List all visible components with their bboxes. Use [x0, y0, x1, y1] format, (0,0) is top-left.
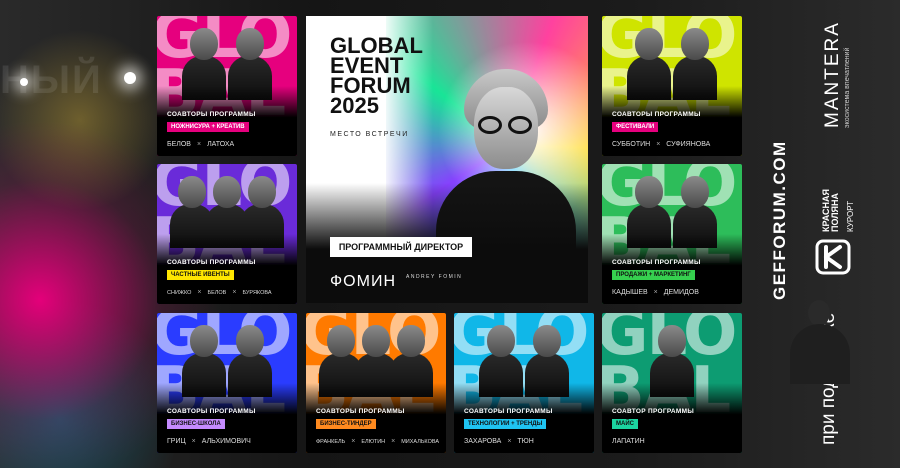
- separator: ×: [507, 438, 512, 445]
- speaker-name: СУББОТИН: [612, 141, 651, 148]
- speaker-name: БУРЯКОВА: [242, 289, 272, 296]
- separator: ×: [191, 438, 196, 445]
- krasnaya-polyana-sub: КУРОРТ: [846, 200, 855, 232]
- speaker-names: СУББОТИН × СУФИЯНОВА: [612, 141, 734, 148]
- speaker-names: СНИЖКО × БЕЛОВ × БУРЯКОВА: [167, 289, 289, 296]
- card-header: СОАВТОРЫ ПРОГРАММЫ: [612, 259, 701, 266]
- card-mice: GLOBAL СОАВТОР ПРОГРАММЫ МАЙС ЛАПАТИН: [602, 313, 742, 453]
- background-sign-text: НЫЙ: [0, 58, 103, 102]
- speaker-name: БЕЛОВ: [207, 289, 227, 296]
- stage-light: [20, 78, 28, 86]
- program-tag: БИЗНЕС-ШКОЛА: [167, 419, 225, 429]
- director-role-badge: ПРОГРАММНЫЙ ДИРЕКТОР: [330, 237, 472, 257]
- speaker-name: БЕЛОВ: [167, 141, 191, 148]
- speaker-names: КАДЫШЕВ × ДЕМИДОВ: [612, 289, 734, 296]
- card-tech-trends: GLOBAL СОАВТОРЫ ПРОГРАММЫ ТЕХНОЛОГИИ + Т…: [454, 313, 594, 453]
- speaker-name: ФРАНКЕЛЬ: [316, 438, 346, 445]
- card-header: СОАВТОРЫ ПРОГРАММЫ: [316, 408, 405, 415]
- card-creative: GLOBAL СОАВТОРЫ ПРОГРАММЫ НОЖНИСУРА + КР…: [157, 16, 297, 156]
- speaker-names: ЗАХАРОВА × ТЮН: [464, 438, 586, 445]
- separator: ×: [391, 438, 396, 445]
- speaker-name: ГРИЦ: [167, 438, 186, 445]
- stage-light: [124, 72, 136, 84]
- dj-silhouette-body: [790, 324, 850, 384]
- krasnaya-polyana-icon: [815, 239, 851, 275]
- card-header: СОАВТОРЫ ПРОГРАММЫ: [167, 408, 256, 415]
- speaker-name: СУФИЯНОВА: [666, 141, 711, 148]
- separator: ×: [656, 141, 661, 148]
- event-title: GLOBAL EVENT FORUM 2025: [330, 33, 423, 118]
- speaker-name: ЗАХАРОВА: [464, 438, 502, 445]
- card-header: СОАВТОРЫ ПРОГРАММЫ: [167, 259, 256, 266]
- speaker-name: КАДЫШЕВ: [612, 289, 648, 296]
- director-hero-card: GLOBAL EVENT FORUM 2025 МЕСТО ВСТРЕЧИ ПР…: [306, 16, 588, 303]
- mantera-tagline: экосистема впечатлений: [844, 47, 851, 128]
- card-festivals: GLOBAL СОАВТОРЫ ПРОГРАММЫ ФЕСТИВАЛИ СУББ…: [602, 16, 742, 156]
- separator: ×: [197, 289, 202, 296]
- speaker-name: МИХАЛЬКОВА: [401, 438, 440, 445]
- speaker-names: ГРИЦ × АЛЬХИМОВИЧ: [167, 438, 289, 445]
- speaker-name: ЛАТОХА: [207, 141, 235, 148]
- speaker-names: БЕЛОВ × ЛАТОХА: [167, 141, 289, 148]
- separator: ×: [196, 141, 202, 148]
- speaker-name: ДЕМИДОВ: [663, 289, 699, 296]
- card-header: СОАВТОРЫ ПРОГРАММЫ: [464, 408, 553, 415]
- card-header: СОАВТОРЫ ПРОГРАММЫ: [612, 111, 701, 118]
- card-header: СОАВТОРЫ ПРОГРАММЫ: [167, 111, 256, 118]
- director-name: ФОМИН: [330, 273, 396, 290]
- card-business-tinder: GLOBAL СОАВТОРЫ ПРОГРАММЫ БИЗНЕС-ТИНДЕР …: [306, 313, 446, 453]
- separator: ×: [351, 438, 356, 445]
- speaker-names: ЛАПАТИН: [612, 438, 734, 445]
- speaker-name: ЕЛЮТИН: [361, 438, 386, 445]
- website-link[interactable]: GEFFORUM.COM: [770, 140, 790, 300]
- event-tagline: МЕСТО ВСТРЕЧИ: [330, 131, 409, 138]
- program-tag: ЧАСТНЫЕ ИВЕНТЫ: [167, 270, 234, 280]
- program-tag: ПРОДАЖИ + МАРКЕТИНГ: [612, 270, 695, 280]
- program-tag: НОЖНИСУРА + КРЕАТИВ: [167, 122, 249, 132]
- card-business-school: GLOBAL СОАВТОРЫ ПРОГРАММЫ БИЗНЕС-ШКОЛА Г…: [157, 313, 297, 453]
- mantera-logo: MANTERA: [822, 21, 843, 128]
- card-sales-marketing: GLOBAL СОАВТОРЫ ПРОГРАММЫ ПРОДАЖИ + МАРК…: [602, 164, 742, 304]
- program-tag: ФЕСТИВАЛИ: [612, 122, 659, 132]
- krasnaya-polyana-name: КРАСНАЯ ПОЛЯНА: [821, 189, 840, 232]
- director-signature: ANDREY FOMIN: [406, 274, 463, 280]
- card-header: СОАВТОР ПРОГРАММЫ: [612, 408, 694, 415]
- separator: ×: [232, 289, 237, 296]
- speaker-name: АЛЬХИМОВИЧ: [201, 438, 251, 445]
- dj-silhouette: [808, 300, 830, 326]
- speaker-name: СНИЖКО: [167, 289, 192, 296]
- card-private-events: GLOBAL СОАВТОРЫ ПРОГРАММЫ ЧАСТНЫЕ ИВЕНТЫ…: [157, 164, 297, 304]
- program-tag: МАЙС: [612, 419, 638, 429]
- speaker-name: ТЮН: [517, 438, 534, 445]
- program-tag: БИЗНЕС-ТИНДЕР: [316, 419, 376, 429]
- speaker-names: ФРАНКЕЛЬ × ЕЛЮТИН × МИХАЛЬКОВА: [316, 438, 440, 445]
- speaker-name: ЛАПАТИН: [612, 438, 645, 445]
- program-tag: ТЕХНОЛОГИИ + ТРЕНДЫ: [464, 419, 547, 429]
- separator: ×: [653, 289, 658, 296]
